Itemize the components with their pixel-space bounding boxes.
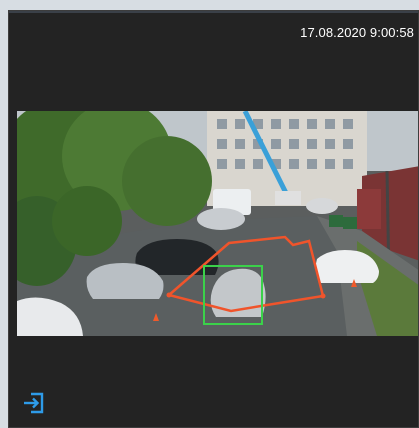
camera-window: 17.08.2020 9:00:58 (0, 0, 419, 428)
timestamp-label: 17.08.2020 9:00:58 (300, 25, 414, 40)
sign-in-button[interactable] (21, 390, 47, 416)
video-frame-graphic (17, 111, 418, 336)
sign-in-icon (24, 392, 44, 414)
tile-footer (9, 336, 418, 427)
panel-top-edge (9, 11, 418, 13)
camera-video-feed[interactable] (17, 111, 418, 336)
camera-tile[interactable]: 17.08.2020 9:00:58 (8, 10, 419, 428)
